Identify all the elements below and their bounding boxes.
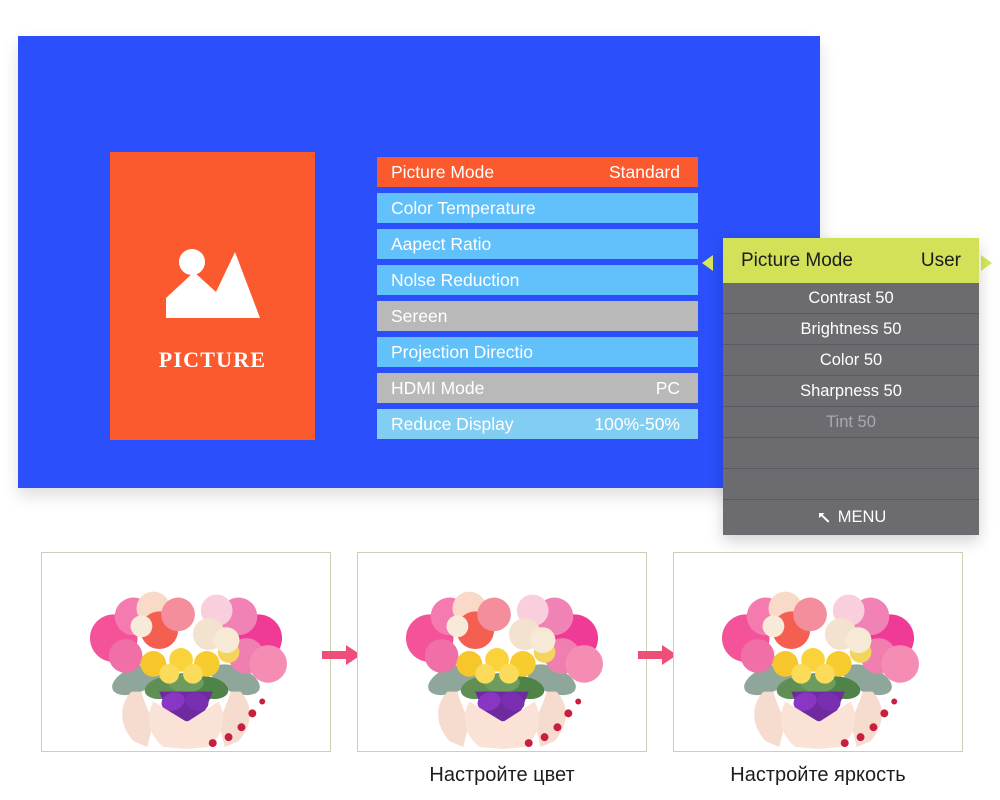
triangle-left-icon[interactable] (702, 255, 713, 271)
submenu-row-color[interactable]: Color 50 (723, 345, 979, 376)
photo-panel-color-adjusted (357, 552, 647, 752)
submenu-footer-menu[interactable]: MENU (723, 500, 979, 535)
triangle-right-icon[interactable] (981, 255, 992, 271)
setting-label: Color Temperature (391, 197, 536, 218)
submenu-row-empty-2 (723, 469, 979, 500)
submenu-header-value: User (920, 249, 961, 271)
picture-card-label: PICTURE (158, 347, 267, 372)
setting-label: Picture Mode (391, 161, 495, 182)
setting-value: 100%-50% (594, 413, 680, 434)
setting-row-hdmi-mode[interactable]: HDMI Mode PC (377, 373, 698, 403)
setting-value: Standard (608, 161, 680, 182)
comparison-strip: Настройте цвет Настройте яркость (0, 552, 1000, 800)
picture-mode-submenu-panel: Picture Mode User Contrast 50 Brightness… (723, 238, 979, 535)
photo-panel-brightness-adjusted (673, 552, 963, 752)
photo-panel-original (41, 552, 331, 752)
picture-category-card[interactable]: PICTURE (110, 152, 315, 440)
setting-label: Aapect Ratio (391, 233, 492, 254)
setting-row-color-temperature[interactable]: Color Temperature (377, 193, 698, 223)
back-arrow-icon (816, 510, 832, 526)
heart-flower-bouquet-photo (674, 553, 962, 751)
setting-value: PC (655, 377, 680, 398)
submenu-footer-label: MENU (837, 508, 887, 526)
submenu-row-sharpness[interactable]: Sharpness 50 (723, 376, 979, 407)
submenu-row-contrast[interactable]: Contrast 50 (723, 283, 979, 314)
setting-row-reduce-display[interactable]: Reduce Display 100%-50% (377, 409, 698, 439)
setting-row-noise-reduction[interactable]: Nolse Reduction (377, 265, 698, 295)
step-arrow-icon-1 (322, 644, 362, 666)
osd-screen: PICTURE Picture Mode Standard Color Temp… (18, 36, 820, 488)
submenu-header-label: Picture Mode (741, 249, 853, 271)
photo-caption-color: Настройте цвет (429, 764, 575, 786)
setting-row-picture-mode[interactable]: Picture Mode Standard (377, 157, 698, 187)
submenu-row-empty-1 (723, 438, 979, 469)
submenu-header-picture-mode[interactable]: Picture Mode User (723, 238, 979, 283)
setting-row-screen[interactable]: Sereen (377, 301, 698, 331)
setting-label: Projection Directio (391, 341, 533, 362)
setting-label: Nolse Reduction (391, 269, 520, 290)
heart-flower-bouquet-photo (358, 553, 646, 751)
settings-list: Picture Mode Standard Color Temperature … (377, 157, 698, 445)
setting-label: Reduce Display (391, 413, 514, 434)
heart-flower-bouquet-photo (42, 553, 330, 751)
picture-mountain-icon (110, 240, 315, 330)
setting-label: HDMI Mode (391, 377, 485, 398)
setting-row-projection-direction[interactable]: Projection Directio (377, 337, 698, 367)
submenu-row-brightness[interactable]: Brightness 50 (723, 314, 979, 345)
step-arrow-icon-2 (638, 644, 678, 666)
photo-caption-brightness: Настройте яркость (730, 764, 906, 786)
submenu-row-tint: Tint 50 (723, 407, 979, 438)
setting-label: Sereen (391, 305, 448, 326)
setting-row-aspect-ratio[interactable]: Aapect Ratio (377, 229, 698, 259)
